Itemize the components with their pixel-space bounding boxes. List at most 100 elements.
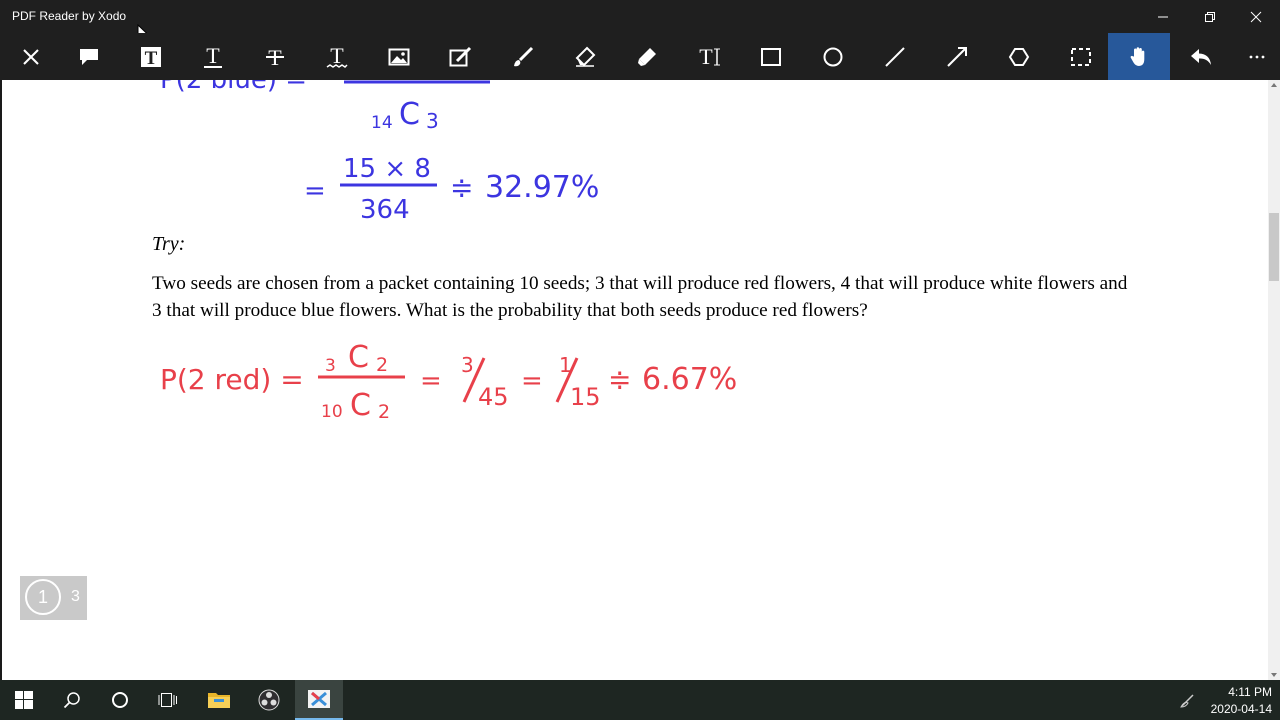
blue-result: 32.97% bbox=[485, 170, 599, 205]
title-bar: PDF Reader by Xodo bbox=[0, 0, 1280, 47]
red-eq1: = bbox=[420, 366, 442, 396]
more-options-button[interactable] bbox=[1226, 33, 1280, 80]
scroll-up-icon[interactable] bbox=[1270, 82, 1278, 88]
pan-tool[interactable] bbox=[1108, 33, 1170, 80]
red-frac1-den-2: 2 bbox=[378, 401, 390, 423]
svg-text:T: T bbox=[206, 45, 220, 68]
search-icon bbox=[63, 692, 80, 709]
pan-hand-icon bbox=[1130, 46, 1145, 66]
minimize-button[interactable] bbox=[1140, 0, 1186, 33]
close-toolbar-button[interactable] bbox=[0, 33, 62, 80]
polygon-tool[interactable] bbox=[988, 33, 1050, 80]
task-view-button[interactable] bbox=[144, 680, 192, 720]
scroll-down-icon[interactable] bbox=[1270, 672, 1278, 678]
free-text-tool[interactable]: T bbox=[120, 33, 182, 80]
text-cursor-tool[interactable]: T bbox=[678, 33, 740, 80]
restore-button[interactable] bbox=[1187, 0, 1233, 33]
image-tool[interactable] bbox=[368, 33, 430, 80]
scrollbar-thumb[interactable] bbox=[1269, 213, 1279, 281]
text-cursor-icon: T bbox=[699, 46, 720, 68]
svg-text:T: T bbox=[699, 46, 713, 68]
arrow-tool[interactable] bbox=[926, 33, 988, 80]
text-icon: T bbox=[204, 45, 222, 68]
select-rect-icon bbox=[1071, 47, 1091, 66]
blue-approx: ≑ bbox=[450, 171, 473, 204]
problem-text: Two seeds are chosen from a packet conta… bbox=[152, 273, 1128, 321]
red-eq2: = bbox=[521, 366, 543, 396]
blue-ink-annotation: P(2 blue) = 14 C 3 = 15 × 8 364 ≑ 32.97% bbox=[160, 80, 599, 225]
more-icon bbox=[1249, 55, 1265, 58]
file-explorer-icon bbox=[208, 693, 230, 708]
squiggly-tool[interactable]: T bbox=[306, 33, 368, 80]
oval-tool[interactable] bbox=[802, 33, 864, 80]
undo-button[interactable] bbox=[1170, 33, 1232, 80]
line-tool[interactable] bbox=[864, 33, 926, 80]
xodo-taskbar-button[interactable] bbox=[295, 680, 343, 720]
red-ink-annotation: P(2 red) = 3 C 2 10 C 2 = 3 45 = 1 15 ≑ … bbox=[160, 340, 737, 423]
blue-denominator-3: 3 bbox=[426, 109, 439, 133]
svg-text:T: T bbox=[145, 48, 158, 68]
obs-icon bbox=[258, 689, 280, 711]
free-hand-icon bbox=[514, 46, 534, 66]
file-explorer-button[interactable] bbox=[195, 680, 243, 720]
undo-icon bbox=[1191, 48, 1211, 65]
pen-tray-icon[interactable] bbox=[1180, 692, 1196, 708]
strikeout-tool[interactable]: T bbox=[244, 33, 306, 80]
red-frac2-den: 45 bbox=[478, 383, 509, 411]
window-title: PDF Reader by Xodo bbox=[12, 9, 127, 23]
comment-icon bbox=[80, 48, 98, 65]
try-label: Try: bbox=[152, 233, 186, 255]
signature-icon bbox=[449, 46, 472, 66]
red-frac1-3: 3 bbox=[325, 356, 336, 376]
red-frac1-2: 2 bbox=[376, 354, 388, 376]
vertical-scrollbar[interactable] bbox=[1268, 80, 1280, 680]
free-text-icon: T bbox=[141, 46, 161, 68]
clock-date: 2020-04-14 bbox=[1210, 702, 1272, 716]
blue-equals: = bbox=[304, 176, 326, 206]
task-view-icon bbox=[158, 693, 177, 707]
highlighter-icon bbox=[638, 47, 656, 66]
close-window-button[interactable] bbox=[1233, 0, 1279, 33]
red-result: 6.67% bbox=[642, 362, 737, 397]
search-button[interactable] bbox=[48, 680, 96, 720]
obs-button[interactable] bbox=[245, 680, 293, 720]
system-clock[interactable]: 4:11 PM 2020-04-14 bbox=[1211, 684, 1272, 718]
cortana-button[interactable] bbox=[96, 680, 144, 720]
red-frac1-den-C: C bbox=[350, 388, 371, 423]
page-indicator[interactable]: 1 3 bbox=[20, 576, 87, 620]
red-frac1-10: 10 bbox=[321, 402, 343, 422]
windows-taskbar: 4:11 PM 2020-04-14 bbox=[0, 680, 1280, 720]
signature-tool[interactable] bbox=[430, 33, 492, 80]
total-pages: 3 bbox=[71, 588, 80, 605]
squiggly-icon: T bbox=[326, 45, 348, 68]
select-rect-tool[interactable] bbox=[1050, 33, 1112, 80]
comment-tool[interactable] bbox=[58, 33, 120, 80]
red-lhs: P(2 red) = bbox=[160, 363, 304, 396]
blue-lhs-fragment: P(2 blue) = bbox=[160, 80, 307, 95]
clock-time: 4:11 PM bbox=[1228, 685, 1272, 699]
text-tool[interactable]: T bbox=[182, 33, 244, 80]
blue-denominator-C: C bbox=[399, 97, 420, 132]
current-page-number: 1 bbox=[25, 579, 61, 615]
xodo-icon bbox=[308, 690, 330, 708]
eraser-tool[interactable] bbox=[554, 33, 616, 80]
eraser-icon bbox=[575, 46, 596, 67]
highlighter-tool[interactable] bbox=[616, 33, 678, 80]
image-icon bbox=[388, 48, 410, 65]
rectangle-tool[interactable] bbox=[740, 33, 802, 80]
start-button[interactable] bbox=[0, 680, 48, 720]
red-approx: ≑ bbox=[608, 363, 631, 396]
document-viewer[interactable]: P(2 blue) = 14 C 3 = 15 × 8 364 ≑ 32.97%… bbox=[0, 80, 1280, 680]
windows-start-icon bbox=[15, 691, 33, 709]
line-icon bbox=[885, 46, 905, 67]
red-frac1-C: C bbox=[348, 340, 369, 375]
red-frac3-den: 15 bbox=[570, 383, 601, 411]
arrow-icon bbox=[947, 46, 967, 67]
free-hand-tool[interactable] bbox=[492, 33, 554, 80]
annotation-toolbar: T T T T T bbox=[0, 33, 1280, 80]
close-icon bbox=[23, 48, 39, 65]
red-frac2-num: 3 bbox=[461, 353, 474, 377]
blue-denominator-14: 14 bbox=[371, 113, 393, 133]
strikeout-icon: T bbox=[266, 45, 284, 69]
rectangle-icon bbox=[761, 47, 781, 66]
